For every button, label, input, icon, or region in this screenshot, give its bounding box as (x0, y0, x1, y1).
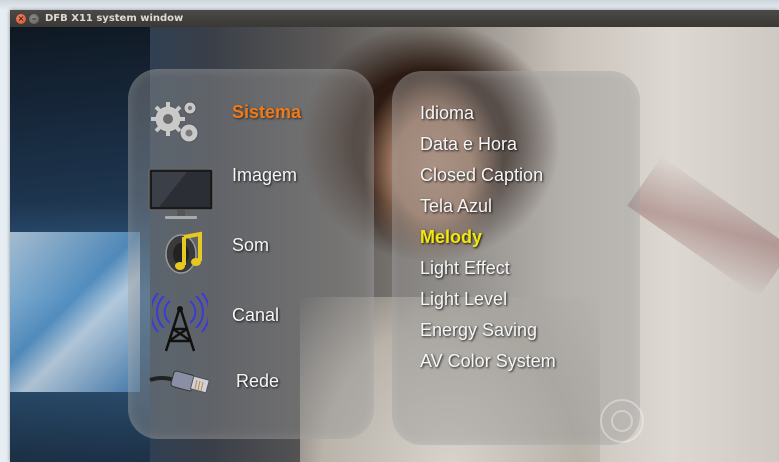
submenu-item-av-color-system[interactable]: AV Color System (420, 351, 556, 372)
category-label: Imagem (232, 165, 298, 185)
submenu-item-light-effect[interactable]: Light Effect (420, 258, 510, 279)
submenu-item-tela-azul[interactable]: Tela Azul (420, 196, 492, 217)
channel-logo-watermark (600, 399, 644, 443)
window-minimize-button[interactable]: – (29, 13, 39, 24)
category-label: Som (232, 235, 270, 255)
gears-icon (151, 101, 199, 143)
category-label: Rede (236, 371, 280, 391)
submenu-item-closed-caption[interactable]: Closed Caption (420, 165, 543, 186)
submenu-item-melody[interactable]: Melody (420, 227, 482, 248)
submenu-item-data-e-hora[interactable]: Data e Hora (420, 134, 517, 155)
category-label: Sistema (232, 102, 302, 122)
tv-video-background: Sistema Imagem Som Canal Rede Idioma Dat… (10, 27, 779, 462)
category-label: Canal (232, 305, 280, 325)
submenu-item-light-level[interactable]: Light Level (420, 289, 507, 310)
desktop-top-bar (0, 0, 779, 10)
studio-backdrop-band (10, 232, 140, 392)
submenu-item-energy-saving[interactable]: Energy Saving (420, 320, 537, 341)
window-title: DFB X11 system window (45, 13, 184, 24)
submenu-item-idioma[interactable]: Idioma (420, 103, 474, 124)
network-cable-icon (149, 370, 210, 394)
studio-backdrop-right (627, 156, 779, 298)
window-titlebar[interactable]: × – DFB X11 system window (10, 10, 779, 27)
dfb-window: × – DFB X11 system window Sistema Imagem… (10, 10, 779, 462)
tv-monitor-icon (148, 168, 214, 219)
antenna-tower-icon (152, 293, 208, 352)
music-speaker-icon (165, 231, 202, 274)
window-close-button[interactable]: × (16, 13, 26, 24)
